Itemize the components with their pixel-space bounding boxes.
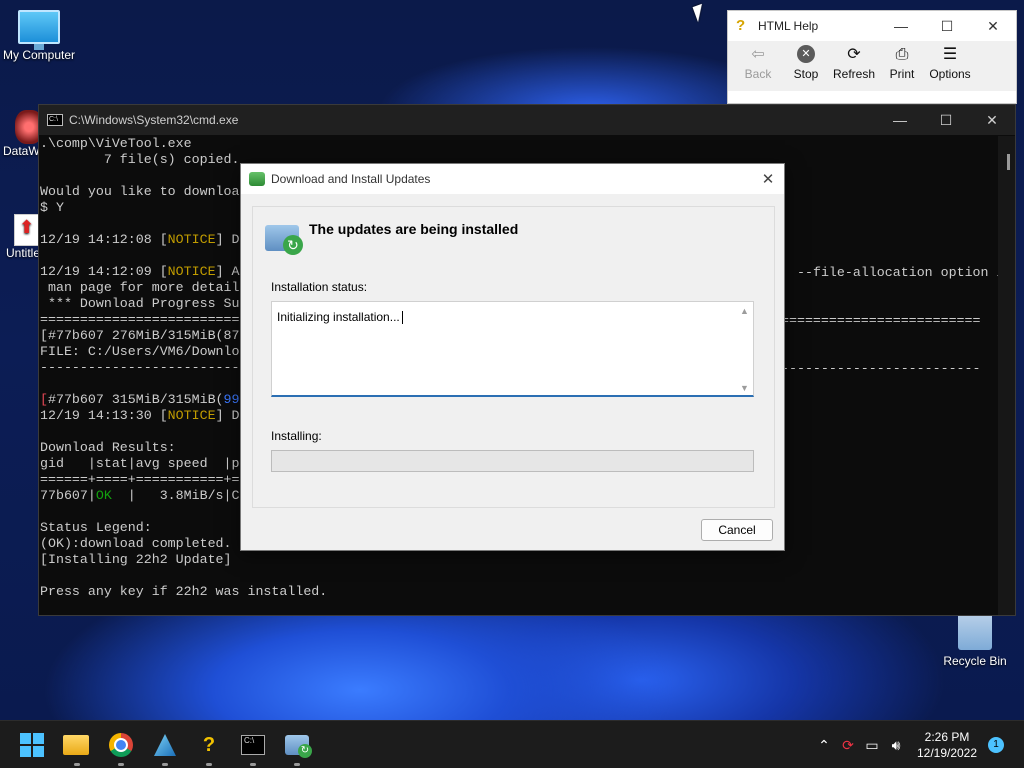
console-line: [Installing 22h2 Update] — [40, 552, 232, 567]
scroll-down-icon[interactable]: ▼ — [740, 383, 749, 393]
installing-label: Installing: — [271, 429, 322, 443]
volume-icon[interactable]: 🔊︎ — [884, 737, 908, 754]
desktop-icon-label: DataW — [3, 144, 40, 158]
windows-update-icon — [285, 735, 312, 758]
options-button[interactable]: ☰ Options — [926, 41, 974, 91]
status-textbox[interactable]: Initializing installation... ▲ ▼ — [271, 301, 754, 397]
printer-icon: ⎙ — [895, 46, 909, 63]
cmd-icon: C:\ — [241, 735, 265, 755]
dialog-panel: The updates are being installed Installa… — [252, 206, 775, 508]
help-question-icon: ? — [736, 17, 746, 34]
dialog-titlebar[interactable]: Download and Install Updates ✕ — [241, 164, 784, 194]
console-fragment: --file-allocation option in — [797, 265, 1013, 280]
minimize-button[interactable]: — — [878, 18, 924, 35]
desktop-icon-datawarrior[interactable]: DataW — [3, 110, 43, 158]
options-icon: ☰ — [942, 46, 958, 63]
status-text: Initializing installation... — [277, 310, 400, 324]
console-scrollbar[interactable] — [998, 136, 1015, 615]
cmd-icon: C:\ — [47, 114, 63, 126]
status-scrollbar[interactable]: ▲ ▼ — [736, 302, 753, 395]
start-button[interactable] — [18, 731, 46, 759]
stop-button[interactable]: ✕ Stop — [782, 41, 830, 91]
taskbar-chrome[interactable] — [107, 731, 135, 766]
update-install-icon — [265, 225, 303, 255]
desktop-icon-label: Recycle Bin — [943, 654, 1007, 668]
recycle-bin-icon — [958, 612, 992, 650]
back-arrow-icon: ⇦ — [751, 46, 765, 63]
taskbar-windows-update[interactable] — [283, 731, 312, 766]
scrollbar-thumb[interactable] — [1007, 154, 1010, 170]
text-caret — [401, 311, 403, 325]
network-icon[interactable]: ▭ — [860, 737, 884, 754]
console-fragment: ========================================… — [781, 313, 981, 328]
help-titlebar[interactable]: ? HTML Help — ☐ ✕ — [728, 11, 1016, 41]
desktop-icon-label: My Computer — [2, 48, 76, 62]
print-button[interactable]: ⎙ Print — [878, 41, 926, 91]
scroll-up-icon[interactable]: ▲ — [740, 306, 749, 316]
taskbar: ? C:\ ⌃ ⟳ ▭ 🔊︎ 2:26 PM 12/19/2022 1 — [0, 720, 1024, 768]
help-title: HTML Help — [758, 19, 819, 33]
monitor-icon — [18, 10, 60, 50]
refresh-button[interactable]: ⟳ Refresh — [830, 41, 878, 91]
cancel-button[interactable]: Cancel — [701, 519, 773, 541]
windows-update-icon — [249, 172, 265, 186]
mouse-cursor-icon — [692, 3, 708, 23]
clock-date: 12/19/2022 — [916, 746, 978, 760]
cmd-title: C:\Windows\System32\cmd.exe — [69, 113, 239, 127]
taskbar-clock[interactable]: 2:26 PM 12/19/2022 — [912, 729, 982, 761]
close-button[interactable]: ✕ — [969, 112, 1015, 129]
document-icon: ⬆ — [14, 214, 40, 246]
sync-icon[interactable]: ⟳ — [836, 737, 860, 754]
chevron-up-icon[interactable]: ⌃ — [812, 737, 836, 754]
taskbar-file-explorer[interactable] — [63, 731, 91, 766]
cmd-titlebar[interactable]: C:\ C:\Windows\System32\cmd.exe — ☐ ✕ — [39, 105, 1015, 135]
dialog-title: Download and Install Updates — [271, 172, 431, 186]
start-icon — [18, 731, 46, 759]
notification-badge[interactable]: 1 — [988, 737, 1004, 753]
console-fragment: ----------------------------------------… — [781, 361, 981, 376]
desktop-icon-label: Untitle — [6, 246, 41, 260]
refresh-icon: ⟳ — [847, 46, 861, 63]
desktop-icon-recycle-bin[interactable]: Recycle Bin — [933, 612, 1017, 668]
dialog-heading: The updates are being installed — [309, 221, 519, 237]
taskbar-html-help[interactable]: ? — [195, 731, 223, 766]
install-progress-bar — [271, 450, 754, 472]
minimize-button[interactable]: — — [877, 112, 923, 129]
taskbar-datawarrior[interactable] — [151, 731, 179, 766]
chrome-icon — [109, 733, 133, 757]
desktop-icon-untitled[interactable]: ⬆ Untitle — [6, 214, 40, 260]
html-help-window[interactable]: ? HTML Help — ☐ ✕ ⇦ Back ✕ Stop ⟳ Refres… — [727, 10, 1017, 104]
maximize-button[interactable]: ☐ — [924, 18, 970, 35]
back-button[interactable]: ⇦ Back — [734, 41, 782, 91]
help-toolbar: ⇦ Back ✕ Stop ⟳ Refresh ⎙ Print ☰ Option… — [728, 41, 1016, 91]
update-dialog[interactable]: Download and Install Updates ✕ The updat… — [240, 163, 785, 551]
desktop-icon-my-computer[interactable]: My Computer — [0, 10, 81, 62]
html-help-icon: ? — [202, 734, 216, 756]
close-button[interactable]: ✕ — [970, 18, 1016, 35]
file-explorer-icon — [63, 735, 89, 755]
status-label: Installation status: — [271, 280, 368, 294]
maximize-button[interactable]: ☐ — [923, 112, 969, 129]
close-button[interactable]: ✕ — [752, 170, 784, 188]
datawarrior-icon — [154, 734, 176, 756]
clock-time: 2:26 PM — [924, 730, 970, 744]
taskbar-cmd[interactable]: C:\ — [239, 731, 267, 766]
console-line: .\comp\ViVeTool.exe — [40, 136, 192, 151]
console-line: Press any key if 22h2 was installed. — [40, 584, 328, 599]
stop-icon: ✕ — [797, 45, 815, 63]
